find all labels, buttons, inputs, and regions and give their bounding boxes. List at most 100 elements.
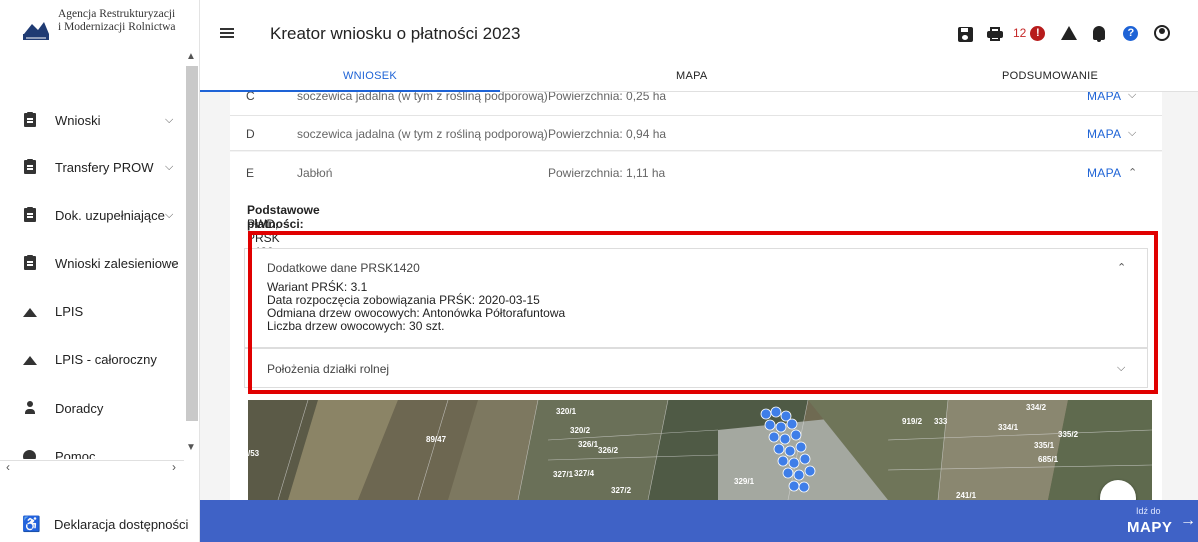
map-parcel-label: 327/1	[553, 470, 574, 479]
arrow-right-icon: →	[1180, 512, 1196, 529]
sidebar-item-doradcy[interactable]: Doradcy	[0, 394, 184, 422]
chevron-down-icon: ⌵	[165, 113, 174, 126]
sidebar-item-label: Transfery PROW	[55, 159, 154, 175]
brand[interactable]: Agencja Restrukturyzacji i Modernizacji …	[22, 8, 176, 46]
map-parcel-label: 919/2	[902, 417, 923, 426]
chevron-up-icon[interactable]: ⌃	[1117, 261, 1126, 274]
menu-icon[interactable]	[220, 28, 234, 38]
bell-icon[interactable]	[1093, 26, 1106, 42]
parcel-row-d[interactable]: D soczewica jadalna (w tym z rośliną pod…	[230, 116, 1162, 151]
clipboard-icon	[23, 159, 37, 175]
extra-data-header[interactable]: Dodatkowe dane PRSK1420 ⌃	[245, 249, 1147, 279]
app: Agencja Restrukturyzacji i Modernizacji …	[0, 0, 1198, 542]
sidebar-item-wnioski[interactable]: Wnioski ⌵	[0, 106, 184, 134]
person-icon	[23, 400, 37, 416]
parcel-map[interactable]: 320/1 320/2 326/1 326/2 327/1 327/4 327/…	[248, 400, 1152, 500]
parcel-map-link[interactable]: MAPA	[1087, 166, 1121, 180]
accessibility-icon: ♿	[22, 516, 41, 533]
tab-podsumowanie[interactable]: PODSUMOWANIE	[1002, 70, 1098, 82]
chevron-up-icon[interactable]: ⌃	[1128, 166, 1137, 179]
brand-line-2: i Modernizacji Rolnictwa	[58, 21, 176, 33]
help-icon[interactable]: ?	[1123, 25, 1139, 41]
account-icon[interactable]	[1154, 25, 1171, 41]
go-to-label: Idź do	[1136, 506, 1161, 516]
sidebar-item-label: Deklaracja dostępności	[54, 516, 189, 532]
scroll-right-arrow-icon[interactable]: ›	[172, 460, 176, 474]
sidebar-item-label: Dok. uzupełniające	[55, 207, 165, 223]
tab-wniosek[interactable]: WNIOSEK	[343, 70, 397, 82]
tab-bar: WNIOSEK MAPA PODSUMOWANIE	[200, 62, 1198, 92]
map-parcel-label: 333	[934, 417, 948, 426]
sidebar-item-pomoc[interactable]: Pomoc	[0, 441, 184, 459]
terrain-icon	[23, 351, 37, 367]
print-icon[interactable]	[987, 27, 1003, 41]
scroll-down-arrow-icon[interactable]: ▼	[186, 442, 196, 453]
map-parcel-label: 89/47	[426, 435, 447, 444]
parcel-map-link[interactable]: MAPA	[1087, 92, 1121, 103]
scrollbar-thumb[interactable]	[186, 66, 198, 421]
extra-data-line: Liczba drzew owocowych: 30 szt.	[267, 319, 445, 333]
map-parcel-label: 335/2	[1058, 430, 1079, 439]
toolbar: 12 ! ?	[958, 22, 1171, 44]
chevron-down-icon[interactable]: ⌵	[1128, 127, 1136, 140]
save-icon[interactable]	[958, 26, 973, 42]
parcel-letter: E	[246, 166, 255, 180]
parcel-area: Powierzchnia: 0,94 ha	[548, 127, 667, 141]
parcel-letter: D	[246, 127, 255, 141]
map-parcel-label: 327/4	[574, 469, 595, 478]
location-title: Położenia działki rolnej	[267, 362, 390, 376]
map-parcel-label: 326/2	[598, 446, 619, 455]
map-parcel-label: 334/1	[998, 423, 1019, 432]
map-parcel-label: 329/1	[734, 477, 755, 486]
parcel-row-e-header[interactable]: E Jabłoń Powierzchnia: 1,11 ha MAPA ⌃	[230, 152, 1162, 192]
parcel-crop: soczewica jadalna (w tym z rośliną podpo…	[297, 92, 548, 103]
chevron-down-icon[interactable]: ⌵	[1117, 362, 1125, 375]
extra-data-title: Dodatkowe dane PRSK1420	[267, 261, 420, 275]
parcel-map-link[interactable]: MAPA	[1087, 127, 1121, 141]
sidebar-item-label: Pomoc	[55, 449, 96, 459]
scroll-up-arrow-icon[interactable]: ▲	[186, 51, 196, 62]
map-parcel-label: 334/2	[1026, 403, 1047, 412]
tab-mapa[interactable]: MAPA	[676, 70, 708, 82]
content-area: C soczewica jadalna (w tym z rośliną pod…	[200, 92, 1198, 500]
sidebar-item-lpis[interactable]: LPIS	[0, 297, 184, 325]
extra-data-line: Odmiana drzew owocowych: Antonówka Półto…	[267, 306, 566, 320]
parcel-letter: C	[246, 92, 255, 103]
sidebar-item-lpis-caloroczny[interactable]: LPIS - całoroczny	[0, 345, 184, 373]
parcel-crop: Jabłoń	[297, 166, 333, 180]
map-parcel-label: 320/1	[556, 407, 577, 416]
map-parcel-label: 326/1	[578, 440, 599, 449]
map-parcel-label: /53	[248, 449, 260, 458]
sidebar-item-label: Wnioski zalesieniowe	[55, 255, 179, 271]
scroll-left-arrow-icon[interactable]: ‹	[6, 460, 10, 474]
sidebar-item-transfery-prow[interactable]: Transfery PROW ⌵	[0, 153, 184, 181]
sidebar-vertical-scrollbar[interactable]: ▲ ▼	[183, 46, 199, 460]
map-parcel-label: 685/1	[1038, 455, 1059, 464]
parcel-area: Powierzchnia: 1,11 ha	[548, 166, 666, 180]
chevron-down-icon: ⌵	[165, 208, 174, 221]
sidebar-horizontal-scrollbar[interactable]: ‹ ›	[0, 460, 184, 474]
sidebar-item-wnioski-zalesieniowe[interactable]: Wnioski zalesieniowe ⌵	[0, 249, 184, 277]
chevron-down-icon[interactable]: ⌵	[1128, 92, 1136, 102]
location-panel[interactable]: Położenia działki rolnej ⌵	[244, 348, 1148, 388]
top-bar: Kreator wniosku o płatności 2023 12 ! ?	[200, 0, 1198, 62]
sidebar-item-label: Doradcy	[55, 400, 104, 416]
sidebar: Agencja Restrukturyzacji i Modernizacji …	[0, 0, 200, 542]
sidebar-item-dok-uzupelniajace[interactable]: Dok. uzupełniające ⌵	[0, 201, 184, 229]
page-title: Kreator wniosku o płatności 2023	[270, 24, 521, 43]
error-icon[interactable]: !	[1030, 25, 1046, 41]
chevron-down-icon: ⌵	[170, 256, 179, 269]
sidebar-item-label: LPIS - całoroczny	[55, 351, 157, 367]
clipboard-icon	[23, 255, 37, 271]
parcel-row-c[interactable]: C soczewica jadalna (w tym z rośliną pod…	[230, 92, 1162, 116]
map-parcel-label: 320/2	[570, 426, 591, 435]
chevron-down-icon: ⌵	[165, 160, 174, 173]
sidebar-item-label: Wnioski	[55, 112, 101, 128]
go-to-map-bar[interactable]: Idź do MAPY →	[200, 500, 1198, 542]
error-count[interactable]: 12	[1013, 26, 1026, 40]
extra-data-line: Wariant PRŚK: 3.1	[267, 280, 368, 294]
parcel-area: Powierzchnia: 0,25 ha	[548, 92, 667, 103]
warning-icon[interactable]	[1061, 26, 1078, 40]
help-icon	[23, 449, 37, 459]
sidebar-item-deklaracja-dostepnosci[interactable]: ♿ Deklaracja dostępności	[0, 510, 199, 538]
